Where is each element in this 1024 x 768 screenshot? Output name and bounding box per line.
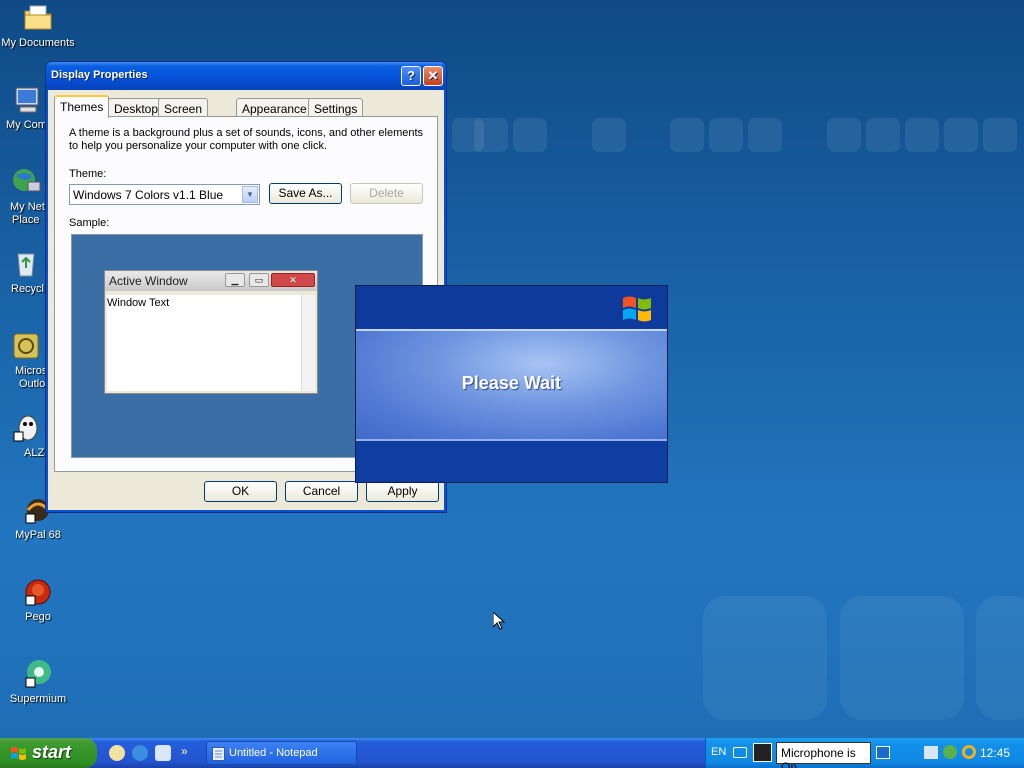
help-button[interactable]: ? <box>401 66 421 86</box>
microphone-icon[interactable] <box>753 743 772 762</box>
close-icon: ✕ <box>271 273 315 287</box>
computer-icon <box>10 84 42 116</box>
folder-icon <box>22 2 54 34</box>
close-icon: ✕ <box>427 68 439 83</box>
apply-button[interactable]: Apply <box>366 481 439 502</box>
quicklaunch-messenger-icon[interactable] <box>109 745 125 761</box>
taskbar: start » Untitled - Notepad EN Microphone… <box>0 738 1024 768</box>
wait-header-band <box>356 286 667 328</box>
notepad-icon <box>212 747 225 761</box>
tab-desktop[interactable]: Desktop <box>108 98 165 117</box>
start-button[interactable]: start <box>0 738 97 768</box>
task-notepad[interactable]: Untitled - Notepad <box>206 741 357 765</box>
tab-appearance[interactable]: Appearance <box>236 98 313 117</box>
keyboard-icon[interactable] <box>733 747 747 758</box>
microphone-tooltip: Microphone is On <box>776 742 871 768</box>
mouse-pointer-icon <box>493 612 505 630</box>
quicklaunch-more-chevron[interactable]: » <box>181 744 188 758</box>
clock[interactable]: 12:45 <box>980 746 1010 760</box>
sample-window-titlebar: Active Window ▁ ▭ ✕ <box>105 271 317 291</box>
supermium-icon <box>22 658 54 690</box>
tab-screen-saver[interactable]: Screen Saver <box>158 98 209 130</box>
pego-icon <box>22 576 54 608</box>
dialog-title: Display Properties <box>51 69 148 81</box>
tab-settings[interactable]: Settings <box>308 98 364 117</box>
delete-button[interactable]: Delete <box>350 183 423 204</box>
dialog-titlebar[interactable]: Display Properties ? ✕ <box>46 62 446 90</box>
please-wait-dialog: Please Wait <box>355 285 668 483</box>
tab-themes[interactable]: Themes <box>54 95 110 118</box>
language-indicator[interactable]: EN <box>711 746 726 758</box>
minimize-icon: ▁ <box>225 273 245 287</box>
theme-select[interactable]: Windows 7 Colors v1.1 Blue ▼ <box>69 184 260 205</box>
outlook-icon <box>10 330 42 362</box>
close-button[interactable]: ✕ <box>423 66 443 86</box>
sample-window-title: Active Window <box>109 274 188 288</box>
windows-logo-icon <box>11 747 26 760</box>
quicklaunch-media-icon[interactable] <box>155 745 171 761</box>
start-label: start <box>32 742 72 762</box>
recycle-bin-icon <box>10 248 42 280</box>
wait-message: Please Wait <box>461 373 562 393</box>
speech-icon[interactable] <box>876 746 890 759</box>
cancel-button[interactable]: Cancel <box>285 481 358 502</box>
sample-window-content: Window Text <box>107 295 315 391</box>
system-tray: EN Microphone is On 12:45 <box>705 738 1024 768</box>
desktop-icon-supermium[interactable]: Supermium <box>0 658 76 706</box>
theme-description: A theme is a background plus a set of so… <box>69 127 424 152</box>
wait-message-band: Please Wait <box>356 329 667 441</box>
chevron-down-icon[interactable]: ▼ <box>242 186 258 203</box>
ok-button[interactable]: OK <box>204 481 277 502</box>
search-icon[interactable] <box>962 745 976 759</box>
maximize-icon: ▭ <box>249 273 269 287</box>
sample-label: Sample: <box>69 217 110 229</box>
sample-window-text: Window Text <box>107 297 170 309</box>
sample-scrollbar <box>301 295 315 391</box>
security-icon[interactable] <box>943 745 957 759</box>
sample-active-window: Active Window ▁ ▭ ✕ Window Text <box>104 270 318 394</box>
task-label: Untitled - Notepad <box>229 747 318 759</box>
theme-select-value: Windows 7 Colors v1.1 Blue <box>73 188 224 202</box>
quicklaunch-internet-explorer-icon[interactable] <box>132 745 148 761</box>
globe-icon <box>10 166 42 198</box>
desktop-icon-pego[interactable]: Pego <box>0 576 76 624</box>
windows-logo-icon <box>623 296 651 322</box>
network-icon[interactable] <box>924 746 938 759</box>
desktop-icon-my-documents[interactable]: My Documents <box>0 2 76 50</box>
alz-icon <box>10 412 42 444</box>
theme-label: Theme: <box>69 168 107 180</box>
save-as-button[interactable]: Save As... <box>269 183 342 204</box>
